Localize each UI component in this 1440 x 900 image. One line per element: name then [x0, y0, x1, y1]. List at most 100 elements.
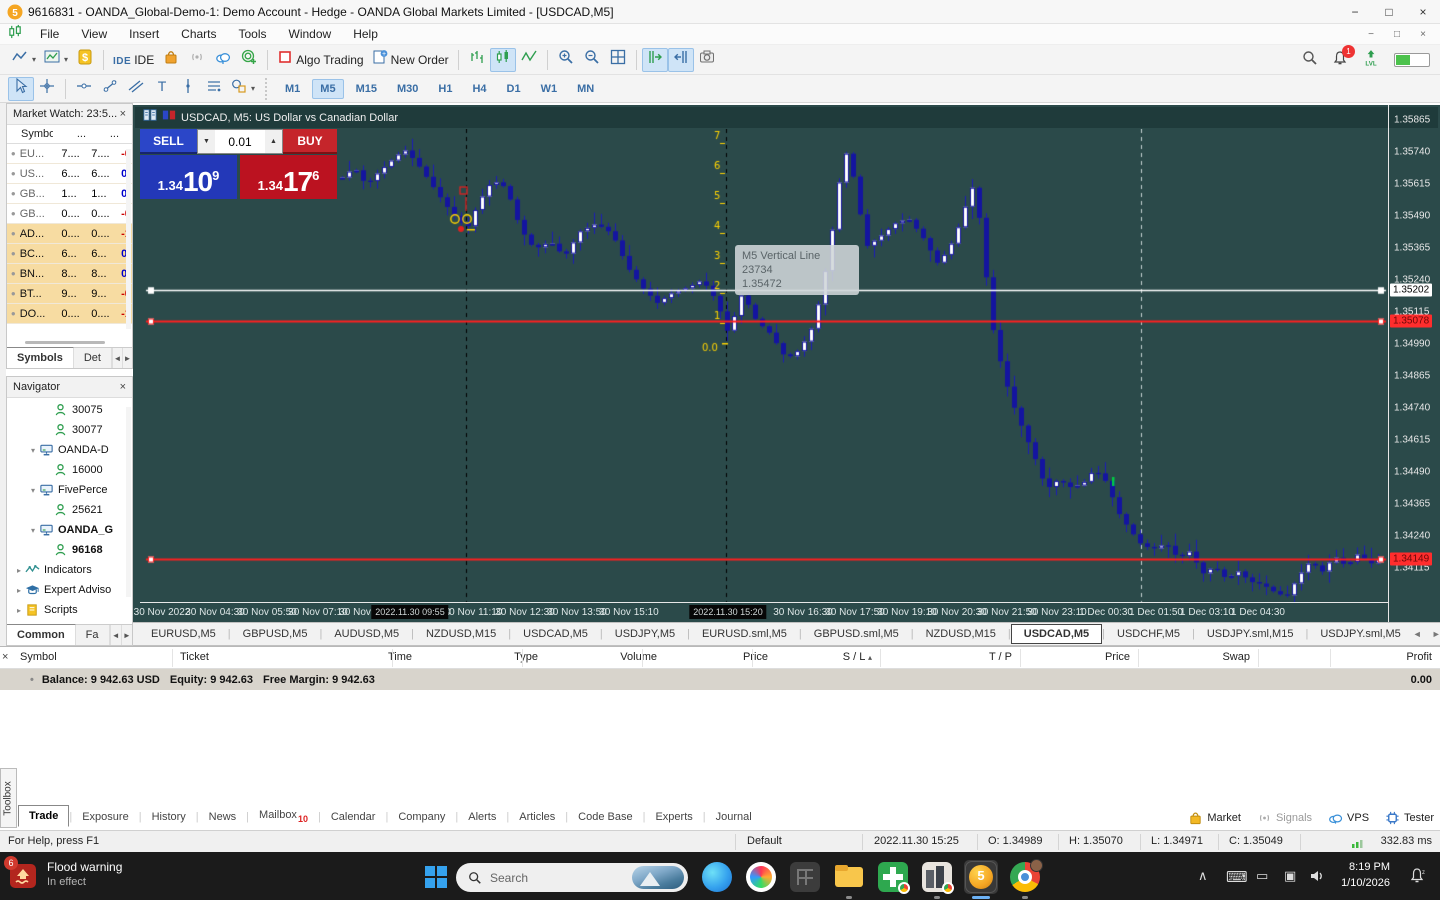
child-close-button[interactable]: × — [1410, 29, 1436, 40]
column-type[interactable]: Type — [514, 651, 538, 663]
market-watch-row[interactable]: ● BN... 8... 8... 0 — [7, 264, 132, 284]
chart-tab-eurusd-sml-m5[interactable]: EURUSD.sml,M5 — [690, 625, 799, 643]
column-divider[interactable] — [1138, 649, 1139, 667]
trendline-tool-button[interactable] — [97, 77, 123, 101]
maximize-button[interactable]: □ — [1372, 0, 1406, 24]
tab-scroll-right-icon[interactable]: ► — [120, 625, 132, 645]
market-watch-tab-symbols[interactable]: Symbols — [7, 347, 74, 368]
service-market[interactable]: Market — [1188, 810, 1241, 826]
tabs-scroll-right-icon[interactable]: ► — [1432, 629, 1440, 639]
menu-charts[interactable]: Charts — [170, 25, 227, 43]
channel-tool-button[interactable] — [123, 77, 149, 101]
toolbox-tab-company[interactable]: Company — [388, 807, 455, 827]
zoom-in-button[interactable] — [553, 48, 579, 72]
taskbar-app-file-explorer[interactable] — [830, 852, 868, 900]
taskbar-app-edge[interactable] — [698, 852, 736, 900]
navigator-tab-fa[interactable]: Fa — [76, 625, 110, 645]
toolbox-tab-trade[interactable]: Trade — [18, 804, 70, 827]
column-divider[interactable] — [392, 649, 393, 667]
candle-chart-button[interactable] — [489, 47, 516, 72]
navigator-header[interactable]: Navigator × — [7, 377, 132, 398]
toolbox-tab-exposure[interactable]: Exposure — [72, 807, 138, 827]
child-restore-button[interactable]: □ — [1384, 29, 1410, 40]
column-s-l[interactable]: S / L ▴ — [843, 651, 872, 663]
taskbar-search[interactable]: Search — [456, 863, 688, 892]
market-watch-columns[interactable]: Symbol ... ... — [7, 125, 132, 144]
latency-value[interactable]: 332.83 ms — [1381, 835, 1432, 847]
sell-button[interactable]: SELL — [140, 129, 197, 154]
timeframe-H4[interactable]: H4 — [464, 79, 494, 99]
search-highlight-thumbnail[interactable] — [632, 866, 684, 889]
tablet-icon[interactable]: ▭ — [1256, 868, 1268, 884]
taskbar-app-copilot[interactable] — [742, 852, 780, 900]
market-watch-close-icon[interactable]: × — [120, 108, 126, 120]
toolbox-tab-code-base[interactable]: Code Base — [568, 807, 642, 827]
chart-tab-usdchf-m5[interactable]: USDCHF,M5 — [1105, 625, 1192, 643]
auto-scroll-button[interactable] — [641, 47, 668, 72]
navigator-item-oanda-g[interactable]: ▾ OANDA_G — [7, 520, 132, 540]
price-chart-canvas[interactable] — [140, 129, 1388, 602]
navigator-item-expert-adviso[interactable]: ▸ Expert Adviso — [7, 580, 132, 600]
navigator-close-icon[interactable]: × — [120, 381, 126, 393]
chart-tab-usdjpy-m5[interactable]: USDJPY,M5 — [603, 625, 687, 643]
vertical-scrollbar[interactable] — [126, 149, 131, 329]
chart-type-button[interactable]: ▾ — [8, 48, 40, 72]
tray-chevron-icon[interactable]: ∧ — [1198, 868, 1208, 884]
speaker-icon[interactable] — [1310, 869, 1326, 888]
dollar-button[interactable]: $ — [72, 48, 98, 72]
timeframe-MN[interactable]: MN — [569, 79, 602, 99]
toolbox-tab-news[interactable]: News — [199, 807, 247, 827]
toolbox-tab-calendar[interactable]: Calendar — [321, 807, 386, 827]
chart-window-button[interactable]: ▾ — [40, 48, 72, 72]
one-click-trading-icon[interactable] — [162, 108, 176, 127]
service-vps[interactable]: VPS — [1328, 810, 1369, 826]
profile-name[interactable]: Default — [747, 835, 782, 847]
column-divider[interactable] — [880, 649, 881, 667]
col-bid[interactable]: ... — [53, 128, 86, 140]
shapes-tool-button[interactable]: ▾ — [227, 77, 259, 101]
market-watch-row[interactable]: ● AD... 0.... 0.... -1 — [7, 224, 132, 244]
menu-view[interactable]: View — [70, 25, 118, 43]
ask-price-display[interactable]: 1.34 17 6 — [240, 155, 337, 199]
menu-window[interactable]: Window — [278, 25, 343, 43]
column-divider[interactable] — [1020, 649, 1021, 667]
algo-trading-button[interactable]: Algo Trading — [273, 48, 367, 72]
text-tool-button[interactable]: T — [149, 77, 175, 101]
menu-file[interactable]: File — [29, 25, 70, 43]
timeframe-M15[interactable]: M15 — [348, 79, 385, 99]
menu-help[interactable]: Help — [342, 25, 389, 43]
taskbar-clock[interactable]: 8:19 PM 1/10/2026 — [1341, 859, 1390, 891]
column-divider[interactable] — [1330, 649, 1331, 667]
touch-keyboard-icon[interactable]: ⌨ — [1226, 868, 1248, 886]
hline-tool-button[interactable] — [71, 77, 97, 101]
navigator-item-fiveperce[interactable]: ▾ FivePerce — [7, 480, 132, 500]
ide-button[interactable]: IDE IDE — [109, 48, 158, 72]
tree-chevron-icon[interactable]: ▸ — [13, 586, 25, 595]
chevron-down-icon[interactable]: ▾ — [64, 55, 68, 64]
toolbox-tab-history[interactable]: History — [142, 807, 196, 827]
cast-screen-icon[interactable]: ▣ — [1284, 868, 1296, 884]
timeframe-D1[interactable]: D1 — [499, 79, 529, 99]
navigator-item-scripts[interactable]: ▸ Scripts — [7, 600, 132, 620]
taskbar-app-chrome-app-green[interactable] — [874, 852, 912, 900]
notifications-bell-icon[interactable]: 1 — [1332, 44, 1355, 71]
navigator-item-indicators[interactable]: ▸ Indicators — [7, 560, 132, 580]
col-symbol[interactable]: Symbol — [7, 128, 53, 140]
tree-chevron-icon[interactable]: ▸ — [13, 566, 25, 575]
toolbox-tab-mailbox[interactable]: Mailbox 10 — [249, 805, 318, 828]
market-watch-row[interactable]: ● BT... 9... 9... -0 — [7, 284, 132, 304]
toolbox-tab-journal[interactable]: Journal — [706, 807, 762, 827]
toolbox-tab-experts[interactable]: Experts — [645, 807, 702, 827]
menu-tools[interactable]: Tools — [228, 25, 278, 43]
column-divider[interactable] — [642, 649, 643, 667]
tab-scroll-left-icon[interactable]: ◄ — [109, 625, 121, 645]
column-divider[interactable] — [522, 649, 523, 667]
column-ticket[interactable]: Ticket — [180, 651, 209, 663]
tile-windows-button[interactable] — [605, 48, 631, 72]
weather-widget[interactable]: 6 Flood warning In effect — [4, 856, 122, 890]
signals-dim-button[interactable] — [184, 48, 210, 72]
chart-tab-nzdusd-m15[interactable]: NZDUSD,M15 — [914, 625, 1008, 643]
tree-chevron-icon[interactable]: ▾ — [27, 446, 39, 455]
column-divider[interactable] — [752, 649, 753, 667]
navigator-item-16000[interactable]: 16000 — [7, 460, 132, 480]
